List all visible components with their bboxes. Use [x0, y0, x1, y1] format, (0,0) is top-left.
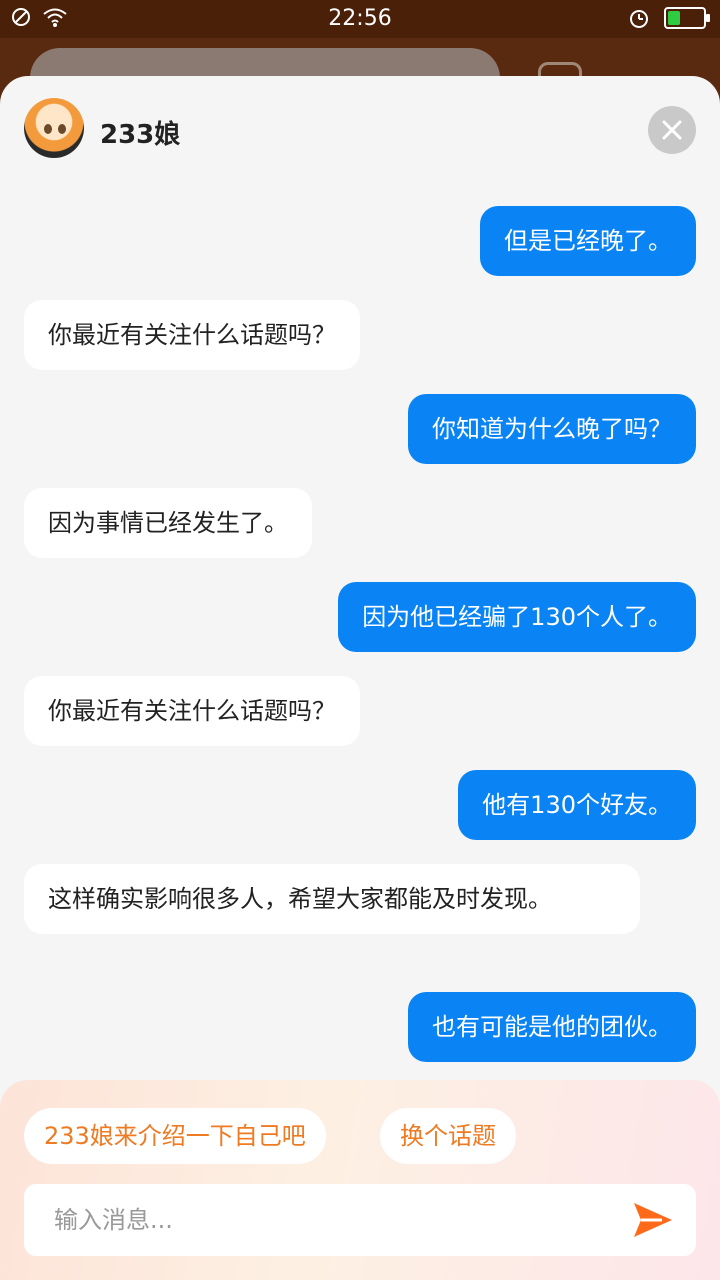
- user-message: 因为他已经骗了130个人了。: [338, 582, 696, 652]
- bot-message: 因为事情已经发生了。: [24, 488, 312, 558]
- close-icon: [662, 120, 682, 140]
- send-icon[interactable]: [632, 1200, 674, 1240]
- chat-header: 233娘: [0, 76, 720, 186]
- chat-title: 233娘: [100, 120, 181, 150]
- clock-time: 22:56: [328, 6, 392, 31]
- status-bar: 22:56: [0, 0, 720, 38]
- chat-sheet: 233娘 但是已经晚了。 你最近有关注什么话题吗？ 你知道为什么晚了吗？ 因为事…: [0, 76, 720, 1280]
- close-button[interactable]: [648, 106, 696, 154]
- battery-icon: [664, 7, 710, 29]
- message-input-box: [24, 1184, 696, 1256]
- user-message: 他有130个好友。: [458, 770, 696, 840]
- suggestion-chip-intro[interactable]: 233娘来介绍一下自己吧: [24, 1108, 326, 1164]
- suggestion-chip-change-topic[interactable]: 换个话题: [380, 1108, 516, 1164]
- bot-message: 你最近有关注什么话题吗？: [24, 676, 360, 746]
- message-input[interactable]: [54, 1184, 614, 1256]
- battery-level: [668, 11, 680, 25]
- alarm-icon: [630, 10, 648, 28]
- bot-message: 这样确实影响很多人，希望大家都能及时发现。: [24, 864, 640, 934]
- bot-message: 你最近有关注什么话题吗？: [24, 300, 360, 370]
- user-message: 你知道为什么晚了吗？: [408, 394, 696, 464]
- user-message: 但是已经晚了。: [480, 206, 696, 276]
- user-message: 也有可能是他的团伙。: [408, 992, 696, 1062]
- input-panel: 233娘来介绍一下自己吧 换个话题: [0, 1080, 720, 1280]
- avatar: [24, 98, 84, 158]
